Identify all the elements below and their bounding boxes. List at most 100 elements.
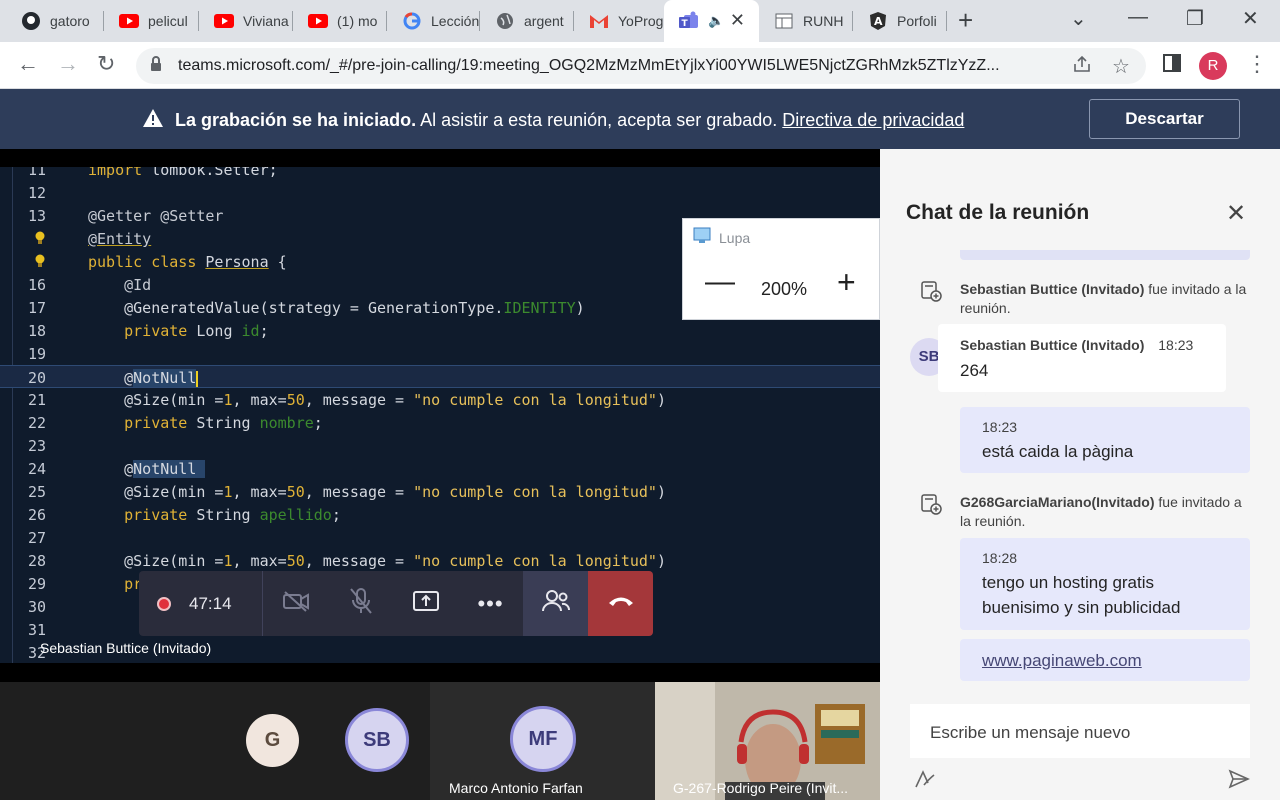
youtube-icon bbox=[307, 10, 329, 32]
send-icon[interactable] bbox=[1228, 769, 1250, 794]
browser-tab[interactable]: RUNH bbox=[759, 0, 853, 42]
browser-tab[interactable]: (1) mo bbox=[293, 0, 387, 42]
close-tab-icon[interactable]: ✕ bbox=[730, 10, 745, 31]
bookmark-star-icon[interactable]: ☆ bbox=[1112, 54, 1130, 79]
magnifier-icon bbox=[693, 227, 713, 250]
event-name: G268GarciaMariano(Invitado) bbox=[960, 494, 1155, 510]
outgoing-message[interactable]: www.paginaweb.com bbox=[960, 639, 1250, 681]
message-link[interactable]: www.paginaweb.com bbox=[982, 648, 1142, 673]
camera-off-icon bbox=[282, 590, 310, 617]
svg-text:A: A bbox=[874, 15, 883, 28]
restore-icon[interactable]: ❐ bbox=[1186, 6, 1204, 31]
share-tray-icon bbox=[412, 590, 440, 617]
incoming-message[interactable]: Sebastian Buttice (Invitado) 18:23 264 bbox=[938, 324, 1226, 392]
browser-tab[interactable]: argent bbox=[480, 0, 574, 42]
mic-off-icon bbox=[348, 587, 374, 620]
reload-icon[interactable]: ↻ bbox=[97, 52, 115, 76]
tab-label: gatoro bbox=[50, 13, 90, 29]
tab-label: RUNH bbox=[803, 13, 844, 29]
tab-label: Porfoli bbox=[897, 13, 937, 29]
side-panel-icon[interactable] bbox=[1162, 53, 1182, 78]
speaker-icon: 🔈 bbox=[708, 13, 725, 28]
github-icon bbox=[20, 10, 42, 32]
message-time: 18:23 bbox=[982, 419, 1018, 435]
browser-menu-icon[interactable]: ⋮ bbox=[1246, 52, 1268, 76]
participants-strip: G SB MF Marco Antonio Farfan G-267-Rodri… bbox=[0, 682, 880, 800]
url-text: teams.microsoft.com/_#/pre-join-calling/… bbox=[178, 57, 1000, 74]
code-line: 25 @Size(min =1, max=50, message = "no c… bbox=[27, 483, 666, 501]
lock-icon bbox=[150, 56, 162, 77]
participant-avatar[interactable]: SB bbox=[345, 708, 409, 772]
recording-banner: La grabación se ha iniciado. Al asistir … bbox=[0, 89, 1280, 149]
recording-indicator: 47:14 bbox=[157, 571, 232, 636]
angular-icon: A bbox=[867, 10, 889, 32]
message-body: 264 bbox=[960, 361, 989, 380]
close-window-icon[interactable]: ✕ bbox=[1242, 6, 1259, 31]
outgoing-message[interactable]: 18:23 está caida la pàgina bbox=[960, 407, 1250, 473]
tab-label: Lección bbox=[431, 13, 479, 29]
outgoing-message[interactable]: 18:28 tengo un hosting gratis buenisimo … bbox=[960, 538, 1250, 630]
code-line-current: 20 @NotNull bbox=[0, 365, 880, 388]
forward-icon[interactable]: → bbox=[57, 52, 79, 76]
tab-label: pelicul bbox=[148, 13, 188, 29]
magnifier-window[interactable]: Lupa — 200% + bbox=[682, 218, 880, 320]
dismiss-button[interactable]: Descartar bbox=[1089, 99, 1240, 139]
code-line: 11 import lombok.Setter; bbox=[27, 167, 278, 179]
banner-text: Al asistir a esta reunión, acepta ser gr… bbox=[416, 110, 783, 130]
code-line: 28 @Size(min =1, max=50, message = "no c… bbox=[27, 552, 666, 570]
gmail-icon bbox=[588, 10, 610, 32]
browser-tab[interactable]: Lección bbox=[387, 0, 480, 42]
share-screen-button[interactable] bbox=[393, 571, 458, 636]
lightbulb-icon[interactable] bbox=[34, 254, 46, 268]
zoom-out-button[interactable]: — bbox=[705, 267, 735, 297]
participants-button[interactable] bbox=[523, 571, 588, 636]
chat-title: Chat de la reunión bbox=[906, 201, 1090, 224]
youtube-icon bbox=[213, 10, 235, 32]
participant-video-tile[interactable]: G-267-Rodrigo Peire (Invit... bbox=[655, 682, 880, 800]
magnifier-title: Lupa bbox=[719, 230, 751, 246]
shared-screen: 11 import lombok.Setter; 12 13 @Getter @… bbox=[0, 149, 880, 682]
browser-tab[interactable]: gatoro bbox=[6, 0, 104, 42]
code-line: 22 private String nombre; bbox=[27, 414, 323, 432]
share-icon[interactable] bbox=[1072, 54, 1092, 80]
previous-message-bubble bbox=[960, 250, 1250, 260]
code-line: 18 private Long id; bbox=[27, 322, 269, 340]
browser-tab-active[interactable]: T 🔈 ✕ bbox=[664, 0, 759, 42]
url-field[interactable]: teams.microsoft.com/_#/pre-join-calling/… bbox=[136, 48, 1146, 84]
browser-tab[interactable]: Viviana bbox=[199, 0, 293, 42]
record-dot-icon bbox=[157, 596, 171, 611]
back-icon[interactable]: ← bbox=[17, 52, 39, 76]
table-icon bbox=[773, 10, 795, 32]
participant-name: Marco Antonio Farfan bbox=[449, 780, 583, 796]
lightbulb-icon[interactable] bbox=[34, 231, 46, 245]
warning-icon bbox=[142, 108, 164, 133]
address-bar: ← → ↻ teams.microsoft.com/_#/pre-join-ca… bbox=[0, 42, 1280, 89]
zoom-in-button[interactable]: + bbox=[837, 266, 856, 298]
browser-tab[interactable]: A Porfoli bbox=[853, 0, 947, 42]
privacy-link[interactable]: Directiva de privacidad bbox=[782, 110, 964, 130]
mic-button[interactable] bbox=[328, 571, 393, 636]
close-chat-icon[interactable]: ✕ bbox=[1226, 199, 1246, 228]
hang-up-button[interactable] bbox=[588, 571, 653, 636]
message-compose-box[interactable]: Escribe un mensaje nuevo bbox=[910, 704, 1250, 758]
call-timer: 47:14 bbox=[189, 593, 232, 613]
participant-tile[interactable]: MF Marco Antonio Farfan bbox=[430, 682, 655, 800]
browser-tab[interactable]: YoProg bbox=[574, 0, 664, 42]
code-line: 21 @Size(min =1, max=50, message = "no c… bbox=[27, 391, 666, 409]
browser-tab[interactable]: pelicul bbox=[104, 0, 199, 42]
banner-bold: La grabación se ha iniciado. bbox=[175, 110, 417, 130]
people-icon bbox=[541, 589, 570, 618]
user-added-icon bbox=[920, 493, 942, 520]
tab-search-icon[interactable]: ⌄ bbox=[1070, 6, 1087, 31]
message-time: 18:28 bbox=[982, 550, 1018, 566]
code-line: 23 bbox=[27, 437, 46, 455]
profile-avatar[interactable]: R bbox=[1199, 52, 1227, 80]
message-body: tengo un hosting gratis buenisimo y sin … bbox=[982, 573, 1181, 617]
minimize-icon[interactable]: — bbox=[1128, 6, 1148, 29]
participant-avatar[interactable]: G bbox=[246, 714, 299, 767]
code-line: 12 bbox=[27, 184, 46, 202]
new-tab-icon[interactable]: + bbox=[958, 6, 973, 34]
format-icon[interactable] bbox=[914, 769, 936, 794]
camera-button[interactable] bbox=[263, 571, 328, 636]
more-actions-button[interactable]: ••• bbox=[458, 571, 523, 636]
